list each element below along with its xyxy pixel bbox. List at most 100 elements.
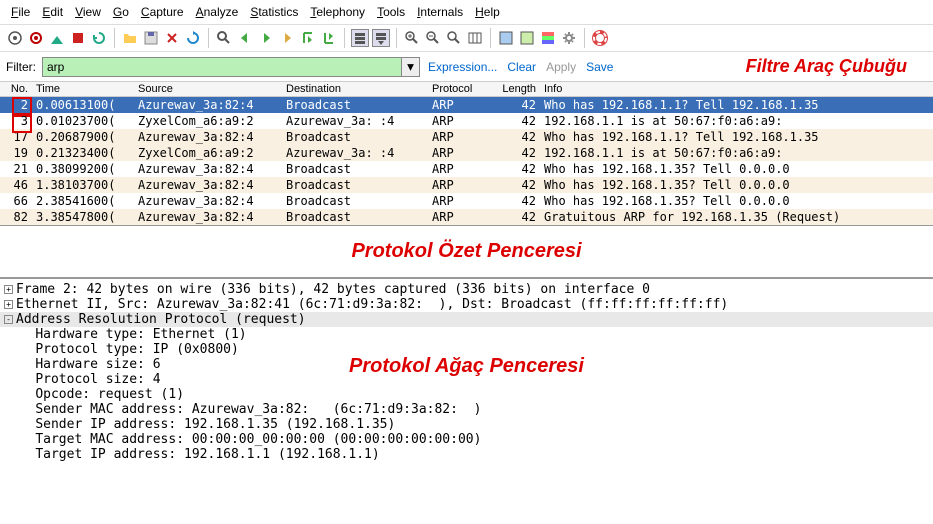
packet-row[interactable]: 190.21323400(ZyxelCom_a6:a9:2Azurewav_3a… <box>0 145 933 161</box>
filter-label: Filter: <box>6 60 36 74</box>
start-capture-icon[interactable] <box>48 29 66 47</box>
goto-icon[interactable] <box>278 29 296 47</box>
col-destination[interactable]: Destination <box>282 82 428 96</box>
cell-dst: Broadcast <box>282 193 428 209</box>
tree-node[interactable]: Opcode: request (1) <box>0 387 933 402</box>
col-source[interactable]: Source <box>134 82 282 96</box>
tree-text: Target IP address: 192.168.1.1 (192.168.… <box>35 447 379 462</box>
col-protocol[interactable]: Protocol <box>428 82 490 96</box>
tree-node[interactable]: -Address Resolution Protocol (request) <box>0 312 933 327</box>
resize-columns-icon[interactable] <box>466 29 484 47</box>
menu-telephony[interactable]: Telephony <box>305 3 370 21</box>
goto-first-icon[interactable] <box>299 29 317 47</box>
menu-capture[interactable]: Capture <box>136 3 189 21</box>
interfaces-icon[interactable] <box>6 29 24 47</box>
back-icon[interactable] <box>236 29 254 47</box>
menu-statistics[interactable]: Statistics <box>245 3 303 21</box>
cell-info: Who has 192.168.1.1? Tell 192.168.1.35 <box>540 129 933 145</box>
filter-toolbar: Filter: ▾ Expression... Clear Apply Save… <box>0 52 933 82</box>
cell-src: Azurewav_3a:82:4 <box>134 97 282 113</box>
menu-view[interactable]: View <box>70 3 106 21</box>
packet-row[interactable]: 20.00613100(Azurewav_3a:82:4BroadcastARP… <box>0 97 933 113</box>
preferences-icon[interactable] <box>560 29 578 47</box>
zoom-reset-icon[interactable] <box>445 29 463 47</box>
packet-row[interactable]: 662.38541600(Azurewav_3a:82:4BroadcastAR… <box>0 193 933 209</box>
packet-row[interactable]: 30.01023700(ZyxelCom_a6:a9:2Azurewav_3a:… <box>0 113 933 129</box>
packet-row[interactable]: 170.20687900(Azurewav_3a:82:4BroadcastAR… <box>0 129 933 145</box>
cell-proto: ARP <box>428 129 490 145</box>
menu-go[interactable]: Go <box>108 3 134 21</box>
tree-caption: Protokol Ağaç Penceresi <box>349 355 584 378</box>
tree-node[interactable]: +Frame 2: 42 bytes on wire (336 bits), 4… <box>0 282 933 297</box>
col-time[interactable]: Time <box>32 82 134 96</box>
auto-scroll-icon[interactable] <box>372 29 390 47</box>
separator <box>490 28 491 48</box>
packet-row[interactable]: 461.38103700(Azurewav_3a:82:4BroadcastAR… <box>0 177 933 193</box>
restart-capture-icon[interactable] <box>90 29 108 47</box>
close-file-icon[interactable] <box>163 29 181 47</box>
cell-len: 42 <box>490 97 540 113</box>
tree-text: Protocol type: IP (0x0800) <box>35 342 239 357</box>
cell-info: Who has 192.168.1.35? Tell 0.0.0.0 <box>540 193 933 209</box>
col-length[interactable]: Length <box>490 82 540 96</box>
cell-proto: ARP <box>428 177 490 193</box>
tree-node[interactable]: Target MAC address: 00:00:00_00:00:00 (0… <box>0 432 933 447</box>
help-icon[interactable] <box>591 29 609 47</box>
zoom-in-icon[interactable] <box>403 29 421 47</box>
display-filters-icon[interactable] <box>518 29 536 47</box>
clear-button[interactable]: Clear <box>505 60 538 74</box>
separator <box>114 28 115 48</box>
expression-button[interactable]: Expression... <box>426 60 499 74</box>
expand-icon[interactable]: - <box>4 315 13 324</box>
packet-row[interactable]: 210.38099200(Azurewav_3a:82:4BroadcastAR… <box>0 161 933 177</box>
tree-node[interactable]: Hardware type: Ethernet (1) <box>0 327 933 342</box>
cell-no: 46 <box>0 177 32 193</box>
packet-list-pane: No. Time Source Destination Protocol Len… <box>0 82 933 226</box>
menu-tools[interactable]: Tools <box>372 3 410 21</box>
packet-row[interactable]: 823.38547800(Azurewav_3a:82:4BroadcastAR… <box>0 209 933 225</box>
filter-input[interactable] <box>43 58 401 76</box>
menu-edit[interactable]: Edit <box>37 3 68 21</box>
stop-capture-icon[interactable] <box>69 29 87 47</box>
cell-dst: Broadcast <box>282 177 428 193</box>
cell-time: 0.01023700( <box>32 113 134 129</box>
save-button[interactable]: Save <box>584 60 615 74</box>
cell-proto: ARP <box>428 209 490 225</box>
cell-src: Azurewav_3a:82:4 <box>134 209 282 225</box>
filter-input-wrap: ▾ <box>42 57 420 77</box>
menu-internals[interactable]: Internals <box>412 3 468 21</box>
tree-node[interactable]: +Ethernet II, Src: Azurewav_3a:82:41 (6c… <box>0 297 933 312</box>
filter-dropdown-button[interactable]: ▾ <box>401 58 419 76</box>
find-icon[interactable] <box>215 29 233 47</box>
col-no[interactable]: No. <box>0 82 32 96</box>
menu-file[interactable]: File <box>6 3 35 21</box>
expand-icon[interactable]: + <box>4 300 13 309</box>
cell-no: 66 <box>0 193 32 209</box>
separator <box>208 28 209 48</box>
col-info[interactable]: Info <box>540 82 933 96</box>
reload-icon[interactable] <box>184 29 202 47</box>
capture-filters-icon[interactable] <box>497 29 515 47</box>
apply-button[interactable]: Apply <box>544 60 578 74</box>
colorize-icon[interactable] <box>351 29 369 47</box>
forward-icon[interactable] <box>257 29 275 47</box>
menu-help[interactable]: Help <box>470 3 505 21</box>
menu-analyze[interactable]: Analyze <box>191 3 244 21</box>
cell-src: ZyxelCom_a6:a9:2 <box>134 113 282 129</box>
coloring-rules-icon[interactable] <box>539 29 557 47</box>
zoom-out-icon[interactable] <box>424 29 442 47</box>
cell-time: 0.20687900( <box>32 129 134 145</box>
cell-time: 0.00613100( <box>32 97 134 113</box>
tree-node[interactable]: Sender IP address: 192.168.1.35 (192.168… <box>0 417 933 432</box>
cell-time: 0.21323400( <box>32 145 134 161</box>
expand-icon[interactable]: + <box>4 285 13 294</box>
cell-info: Who has 192.168.1.35? Tell 0.0.0.0 <box>540 161 933 177</box>
goto-last-icon[interactable] <box>320 29 338 47</box>
save-file-icon[interactable] <box>142 29 160 47</box>
cell-src: Azurewav_3a:82:4 <box>134 129 282 145</box>
options-icon[interactable] <box>27 29 45 47</box>
tree-text: Hardware size: 6 <box>35 357 160 372</box>
open-file-icon[interactable] <box>121 29 139 47</box>
tree-node[interactable]: Sender MAC address: Azurewav_3a:82: (6c:… <box>0 402 933 417</box>
tree-node[interactable]: Target IP address: 192.168.1.1 (192.168.… <box>0 447 933 462</box>
